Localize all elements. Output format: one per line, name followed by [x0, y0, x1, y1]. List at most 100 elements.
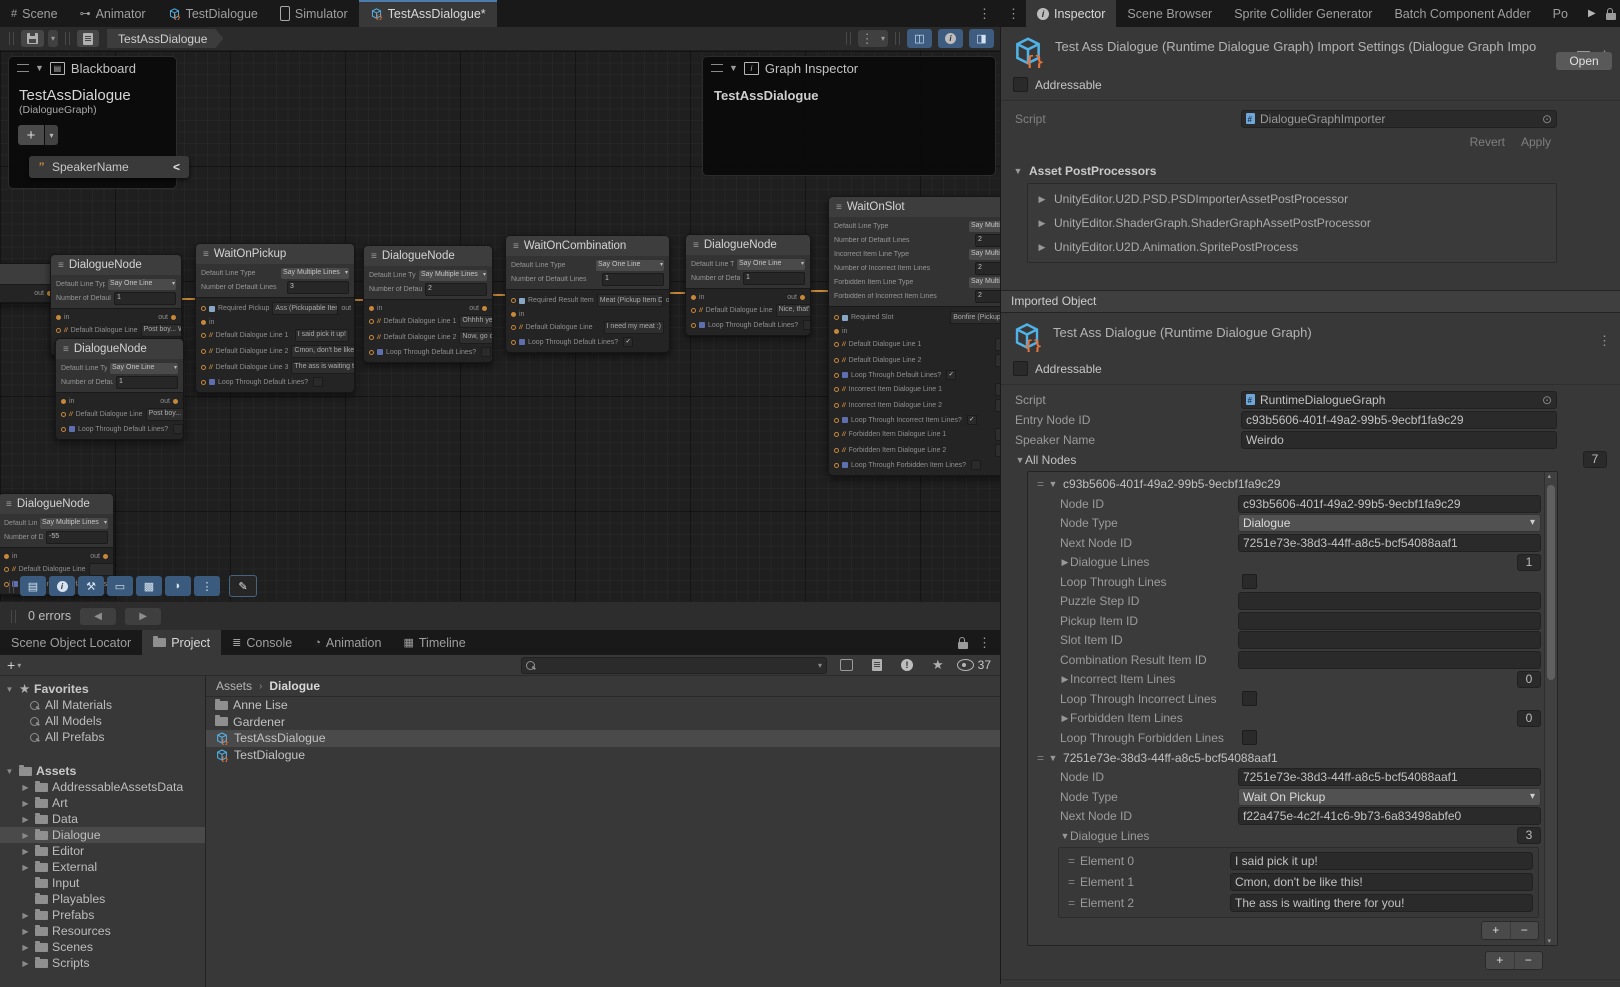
object-field[interactable]: Ass (Pickupable Item Data) ⊙ [272, 302, 338, 315]
loop-port[interactable] [834, 463, 839, 468]
drag-handle-icon[interactable]: = [1037, 477, 1043, 491]
alert-filter-button[interactable]: ! [895, 657, 919, 674]
all-nodes-foldout[interactable]: ▼ All Nodes 7 [1001, 450, 1620, 469]
checkbox[interactable] [1242, 691, 1257, 706]
kebab-icon[interactable]: ⋮ [1598, 334, 1611, 347]
dialogue-line-field[interactable]: Now, go on, [459, 331, 493, 344]
add-property-dropdown[interactable]: ▾ [45, 125, 58, 145]
open-button[interactable]: Open [1556, 52, 1612, 70]
blackboard-property-speakername[interactable]: ”SpeakerName< [29, 156, 189, 178]
toolbar-grip[interactable] [846, 32, 851, 45]
node-group-c93b5606[interactable]: =▼c93b5606-401f-49a2-99b5-9ecbf1fa9c29 [1028, 474, 1541, 494]
breadcrumb-root[interactable]: Assets [216, 679, 252, 693]
window-toggle-button[interactable]: ▭ [107, 576, 133, 596]
postprocessors-foldout[interactable]: ▼ Asset PostProcessors [1001, 155, 1620, 183]
loop-checkbox[interactable]: ✓ [967, 415, 977, 425]
property-dropdown[interactable]: Say Multiple Lines [281, 268, 349, 279]
value-field[interactable] [1238, 612, 1541, 630]
out-port[interactable] [103, 554, 108, 559]
visibility-toggle[interactable]: 37 [957, 658, 991, 672]
loop-checkbox[interactable] [173, 424, 183, 434]
line-port[interactable] [834, 342, 839, 347]
object-port[interactable] [201, 306, 206, 311]
foldout-arrow-icon[interactable]: ▶ [20, 943, 31, 952]
add-element-button[interactable]: + [1486, 952, 1515, 969]
tree-item-editor[interactable]: ▶Editor [0, 843, 205, 859]
drag-handle-icon[interactable] [17, 64, 29, 72]
search-options-icon[interactable]: ▾ [818, 661, 822, 670]
tree-item-external[interactable]: ▶External [0, 859, 205, 875]
dialogue-line-field[interactable] [995, 399, 1000, 412]
line-port[interactable] [691, 308, 696, 313]
foldout-arrow-icon[interactable]: ▶ [20, 799, 31, 808]
dialogue-line-field[interactable]: The ass is waiting there for y [291, 361, 355, 374]
foldout-arrow-icon[interactable]: ▶ [20, 831, 31, 840]
document-toggle-button[interactable]: ▤ [20, 576, 46, 596]
tree-item-scripts[interactable]: ▶Scripts [0, 955, 205, 971]
property-field[interactable]: 2 [975, 290, 1000, 303]
drag-handle-icon[interactable]: = [1062, 854, 1080, 868]
drag-handle-icon[interactable]: = [1037, 751, 1043, 765]
graph-node-dialoguenode[interactable]: ≡DialogueNodeDefault Line TypeSay One Li… [55, 338, 184, 440]
tab-scene-object-locator[interactable]: Scene Object Locator [0, 630, 142, 655]
toolbar-grip[interactable] [65, 32, 70, 45]
value-field[interactable]: 7251e73e-38d3-44ff-a8c5-bcf54088aaf1 [1238, 768, 1541, 786]
property-field[interactable]: 1 [743, 272, 805, 285]
scroll-tabs-icon[interactable]: ▶ [1588, 8, 1596, 19]
graph-inspector-panel[interactable]: ▼ i Graph Inspector TestAssDialogue [702, 56, 996, 176]
remove-element-button[interactable]: − [1511, 922, 1539, 939]
toolbar-grip[interactable] [895, 32, 900, 45]
frame-filter-button[interactable] [834, 657, 859, 674]
property-dropdown[interactable]: Say Multiple Lines [40, 518, 108, 529]
tree-item-resources[interactable]: ▶Resources [0, 923, 205, 939]
drag-handle-icon[interactable]: = [1062, 896, 1080, 910]
file-item-anne-lise[interactable]: Anne Lise [206, 697, 1000, 714]
tree-item-all-materials[interactable]: All Materials [0, 697, 205, 713]
drag-handle-icon[interactable] [711, 64, 723, 72]
node-group-7251e73e[interactable]: =▼7251e73e-38d3-44ff-a8c5-bcf54088aaf1 [1028, 748, 1541, 768]
tab-console[interactable]: ≣Console [221, 630, 303, 655]
object-field[interactable]: Meat (Pickup Item Data) ⊙ [597, 294, 663, 307]
element-field[interactable]: I said pick it up! [1230, 852, 1533, 870]
property-dropdown[interactable]: Say Multiple Lines [419, 270, 487, 281]
property-dropdown[interactable]: Say One Line [108, 279, 176, 290]
loop-port[interactable] [691, 323, 696, 328]
foldout-arrow-icon[interactable]: ▶ [1060, 557, 1070, 568]
tree-item-all-prefabs[interactable]: All Prefabs [0, 729, 205, 745]
node-title[interactable]: ≡DialogueNode [0, 494, 113, 514]
node-title[interactable]: ≡WaitOnPickup [196, 244, 354, 264]
toolbar-grip[interactable] [11, 610, 16, 623]
postprocessor-item[interactable]: ▶UnityEditor.U2D.Animation.SpritePostPro… [1037, 235, 1547, 259]
dialogue-line-field[interactable]: Cmon, don't be like this! [291, 345, 355, 358]
save-button[interactable] [21, 30, 44, 47]
foldout-arrow-icon[interactable]: ▶ [20, 959, 31, 968]
object-picker-icon[interactable]: ⊙ [1542, 392, 1552, 408]
property-field[interactable]: 2 [425, 283, 487, 296]
tree-item-dialogue[interactable]: ▶Dialogue [0, 827, 205, 843]
collapse-arrow-icon[interactable]: ▼ [729, 63, 738, 73]
line-port[interactable] [369, 319, 374, 324]
loop-checkbox[interactable] [313, 377, 323, 387]
array-size-field[interactable]: 0 [1517, 710, 1541, 727]
drag-handle-icon[interactable]: = [1062, 875, 1080, 889]
in-port[interactable] [61, 399, 66, 404]
loop-port[interactable] [834, 418, 839, 423]
foldout-arrow-icon[interactable]: ▶ [1060, 713, 1070, 724]
graph-node-dialoguenode[interactable]: ≡DialogueNodeDefault Line TypeSay Multip… [363, 245, 493, 363]
addressable-checkbox[interactable] [1013, 77, 1028, 92]
node-type-dropdown[interactable]: Dialogue [1238, 514, 1541, 532]
object-port[interactable] [834, 315, 839, 320]
tab-po[interactable]: Po [1542, 0, 1579, 27]
revert-button[interactable]: Revert [1470, 135, 1505, 149]
line-port[interactable] [201, 349, 206, 354]
lock-icon[interactable] [1606, 13, 1616, 20]
tab-testassdialogue[interactable]: {}TestAssDialogue* [359, 0, 497, 27]
in-port[interactable] [56, 315, 61, 320]
foldout-arrow-icon[interactable]: ▼ [4, 767, 15, 776]
dialogue-line-field[interactable]: I need my meat :) [604, 321, 664, 334]
graph-node-dialoguenode[interactable]: ≡DialogueNodeDefault Line TypeSay One Li… [685, 234, 811, 336]
create-asset-button[interactable]: +▾ [7, 657, 21, 673]
node-title[interactable]: ≡DialogueNode [56, 339, 183, 359]
value-field[interactable] [1238, 592, 1541, 610]
property-dropdown[interactable]: Say Multiple Lines [969, 277, 1000, 288]
